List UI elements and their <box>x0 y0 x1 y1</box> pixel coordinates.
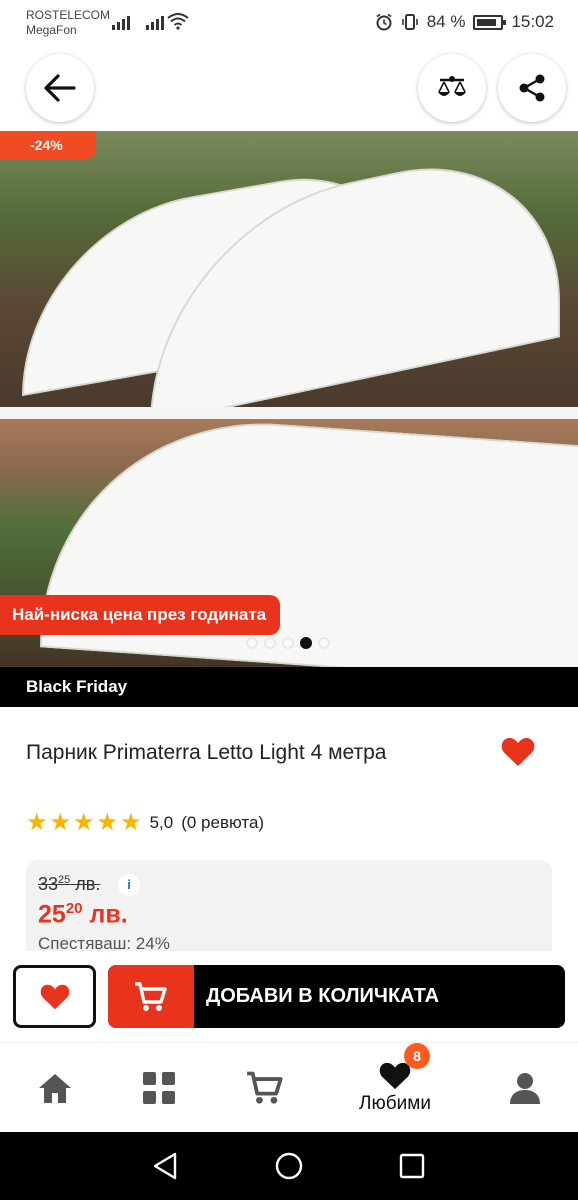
gallery-dot[interactable] <box>246 637 258 649</box>
nav-categories[interactable] <box>134 1043 184 1133</box>
cart-icon-box <box>108 965 194 1028</box>
scales-icon <box>438 76 466 96</box>
action-bar: ДОБАВИ В КОЛИЧКАТА <box>0 951 578 1041</box>
price-box: 3325 лв. i 2520 лв. Спестяваш: 24% <box>26 860 552 960</box>
home-icon <box>39 1074 71 1103</box>
star-icon: ★ <box>120 809 142 836</box>
signal-icon-2 <box>146 14 164 30</box>
cart-icon <box>247 1071 283 1104</box>
rating-row[interactable]: ★ ★ ★ ★ ★ 5,0 (0 ревюта) <box>26 810 264 836</box>
info-icon[interactable]: i <box>118 874 140 896</box>
cart-icon <box>135 981 167 1011</box>
favorite-toggle[interactable] <box>500 736 536 773</box>
star-icon: ★ <box>49 809 72 836</box>
new-price: 2520 лв. <box>38 900 128 929</box>
status-bar: ROSTELECOM MegaFon 84 % 15:02 <box>0 0 578 46</box>
rating-value: 5,0 <box>149 813 174 832</box>
nav-favorites-label: Любими <box>359 1093 431 1114</box>
add-to-cart-label: ДОБАВИ В КОЛИЧКАТА <box>206 985 440 1007</box>
greenhouse-tunnel-front <box>150 137 560 407</box>
product-title: Парник Primaterra Letto Light 4 метра <box>26 741 387 764</box>
heart-icon <box>40 984 69 1009</box>
profile-icon <box>510 1073 540 1104</box>
battery-icon <box>473 14 507 30</box>
alarm-icon <box>376 13 392 31</box>
share-button[interactable] <box>498 54 566 122</box>
promo-banner: Най-ниска цена през годината <box>0 595 281 635</box>
gallery-dot-active[interactable] <box>300 637 312 649</box>
back-button[interactable] <box>26 54 94 122</box>
add-to-favorites-button[interactable] <box>13 965 96 1028</box>
system-navigation-bar <box>0 1132 578 1200</box>
gallery-dot[interactable] <box>318 637 330 649</box>
product-gallery[interactable]: -24% Най-ниска цена през годината <box>0 131 578 667</box>
wifi-icon <box>167 13 189 30</box>
nav-home[interactable] <box>30 1043 80 1133</box>
star-icon: ★ <box>73 809 95 836</box>
arrow-left-icon <box>44 74 76 102</box>
nav-favorites[interactable]: Любими <box>340 1043 450 1133</box>
carrier-name-1: ROSTELECOM <box>26 8 111 22</box>
heart-icon <box>379 1062 411 1090</box>
discount-badge: -24% <box>0 131 96 159</box>
vibrate-icon <box>401 14 418 30</box>
bottom-navigation: Любими 8 <box>0 1042 578 1132</box>
nav-profile[interactable] <box>500 1043 550 1133</box>
carrier-info: ROSTELECOM MegaFon <box>26 8 110 38</box>
add-to-cart-button[interactable]: ДОБАВИ В КОЛИЧКАТА <box>108 965 565 1028</box>
battery-percent: 84 % <box>426 12 466 31</box>
star-icon: ★ <box>96 809 119 836</box>
back-triangle-icon[interactable] <box>152 1152 178 1180</box>
gallery-pagination <box>246 637 330 649</box>
heart-icon <box>501 738 535 766</box>
favorites-count-badge: 8 <box>404 1043 430 1069</box>
compare-button[interactable] <box>418 54 486 122</box>
old-price: 3325 лв. <box>38 874 101 894</box>
nav-cart[interactable] <box>240 1043 290 1133</box>
product-photo-top <box>0 131 578 407</box>
review-count: (0 ревюта) <box>181 813 265 832</box>
clock: 15:02 <box>511 12 554 31</box>
signal-icon <box>112 14 130 30</box>
carrier-name-2: MegaFon <box>26 23 77 37</box>
product-header <box>0 46 578 130</box>
categories-icon <box>143 1072 175 1104</box>
home-circle-icon[interactable] <box>275 1152 303 1180</box>
recents-square-icon[interactable] <box>399 1153 425 1179</box>
star-icon: ★ <box>26 809 48 836</box>
share-icon <box>519 74 545 102</box>
campaign-bar: Black Friday <box>0 667 578 707</box>
status-right: 84 % 15:02 <box>375 12 554 32</box>
gallery-dot[interactable] <box>264 637 276 649</box>
gallery-dot[interactable] <box>282 637 294 649</box>
